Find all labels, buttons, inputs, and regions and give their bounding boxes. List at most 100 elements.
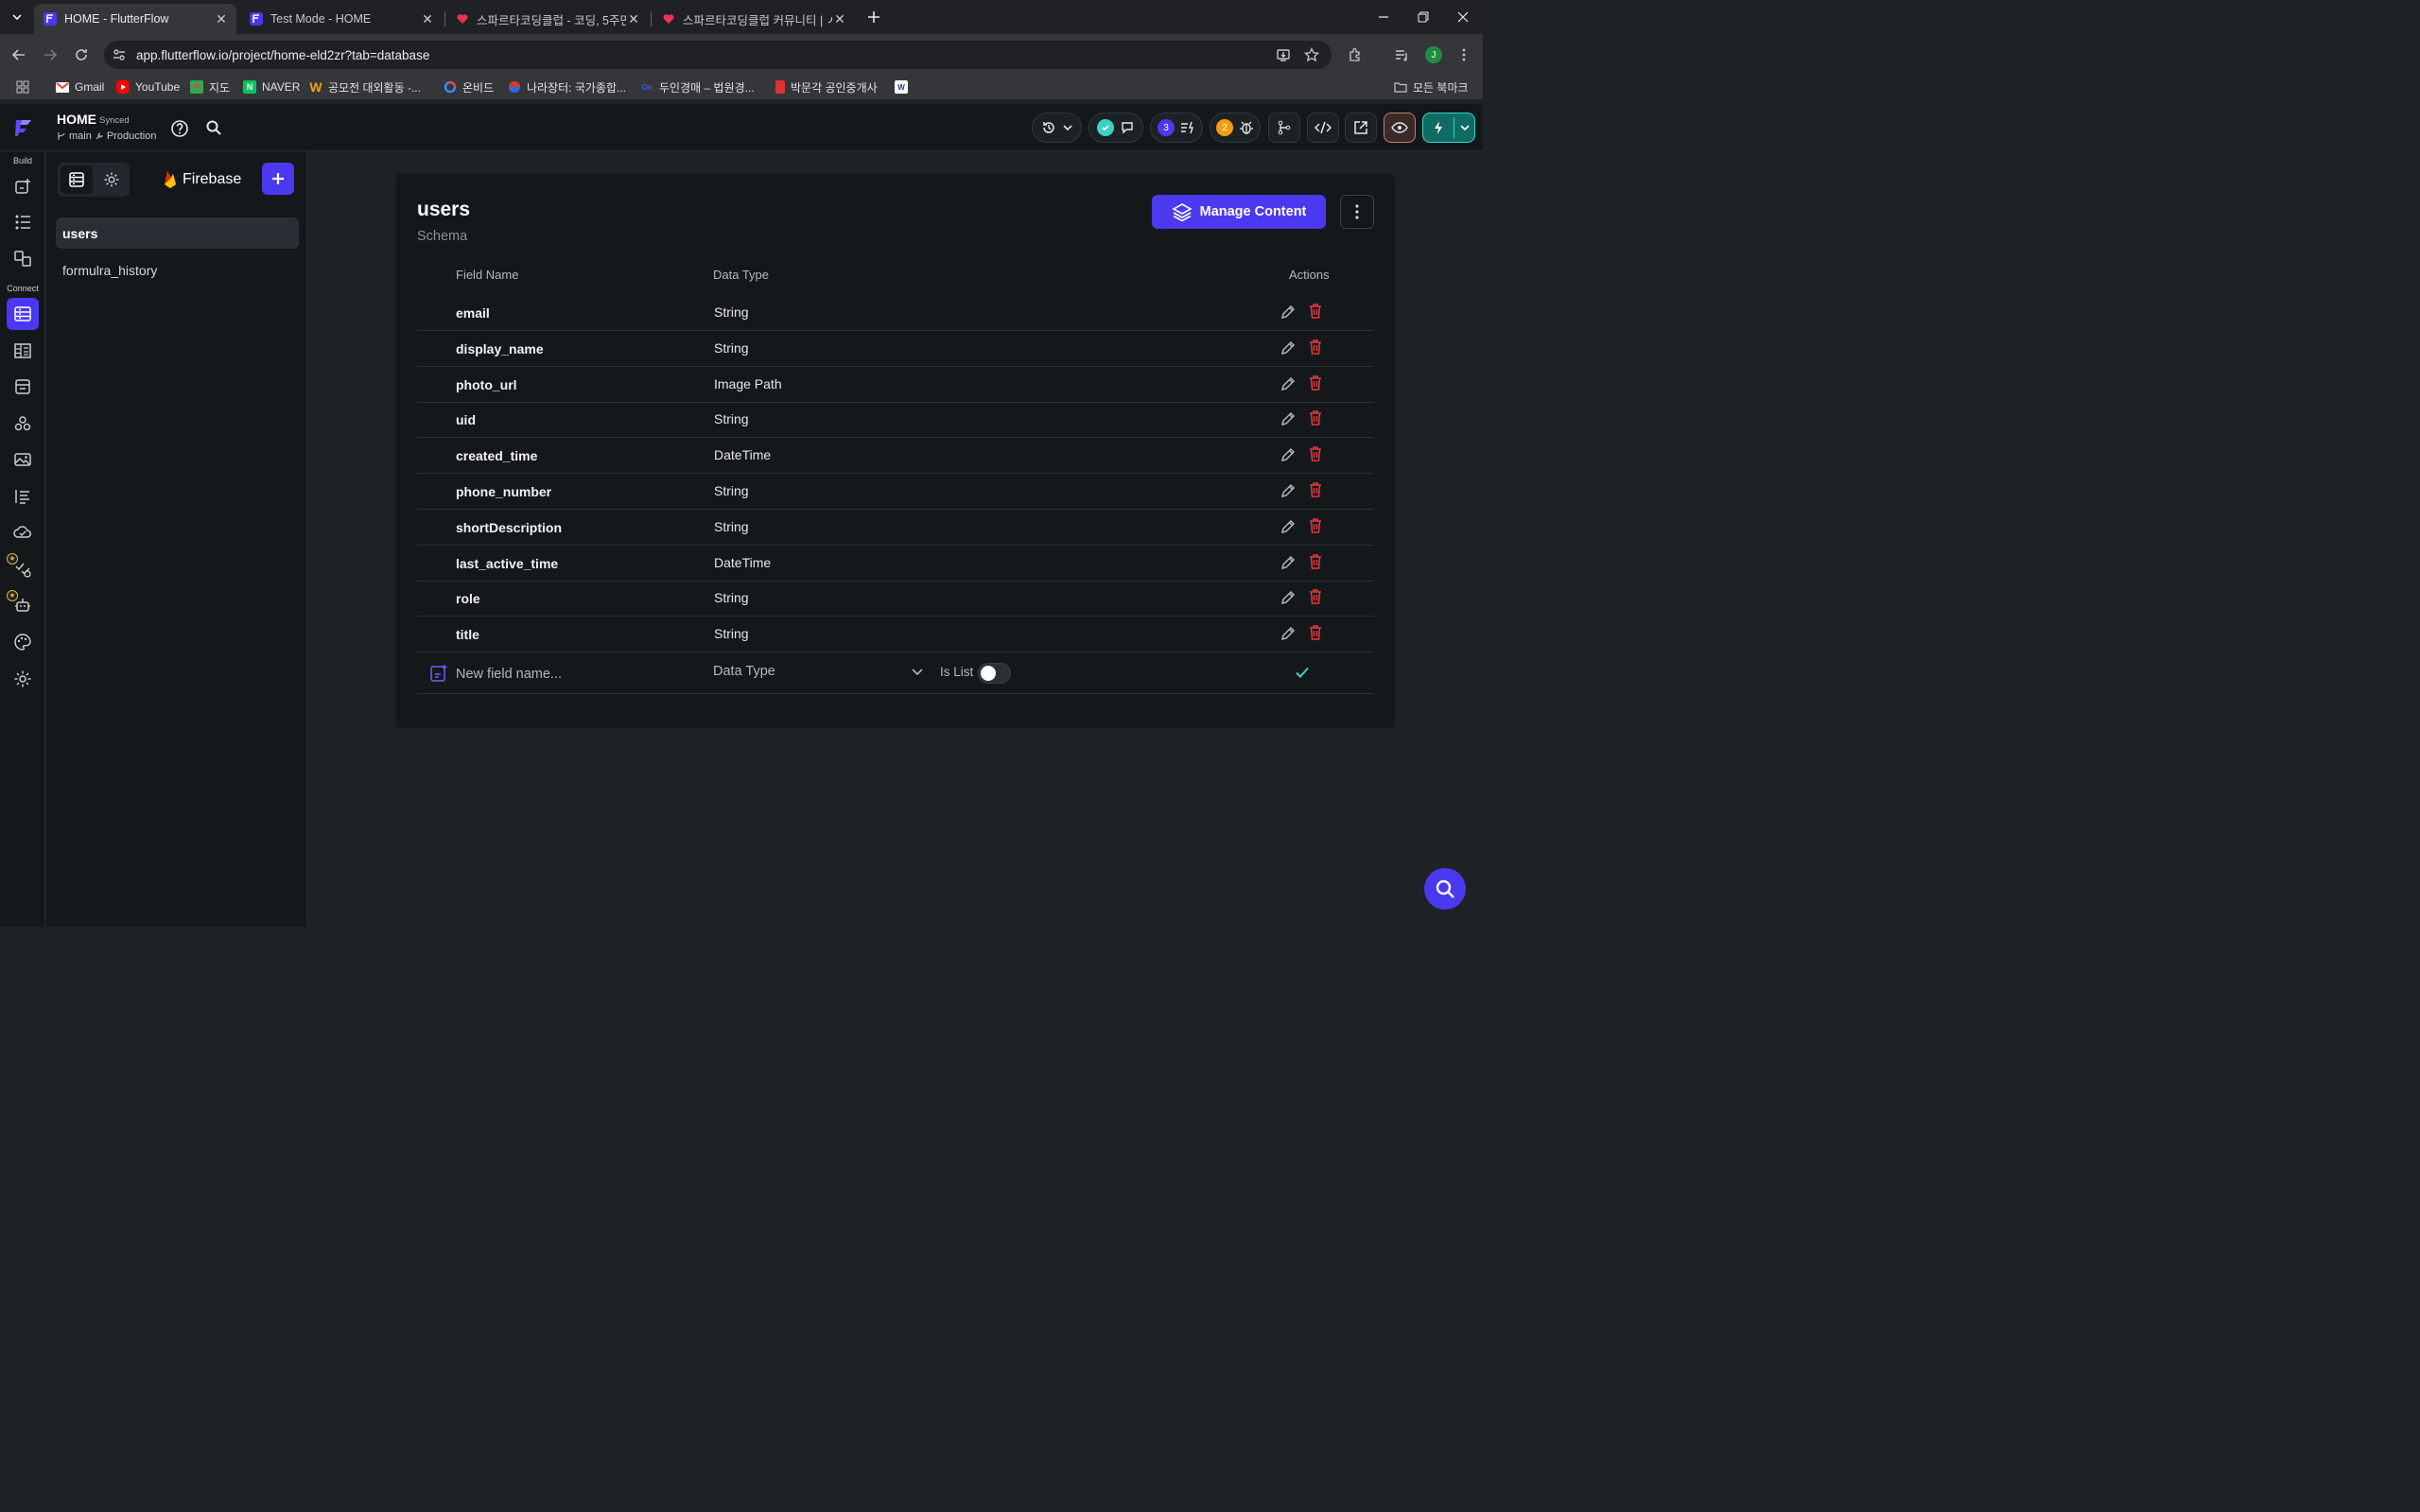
settings-gear-icon[interactable] bbox=[7, 663, 39, 695]
delete-trash-icon[interactable] bbox=[1307, 624, 1324, 641]
bookmark-star-icon[interactable] bbox=[1298, 42, 1325, 68]
tab-sparta-coding[interactable]: 스파르타코딩클럽 - 코딩, 5주만 ✕ bbox=[446, 4, 649, 34]
app-state-icon[interactable] bbox=[7, 408, 39, 440]
delete-trash-icon[interactable] bbox=[1307, 339, 1324, 356]
firestore-database-icon[interactable] bbox=[7, 298, 39, 330]
preview-button[interactable] bbox=[1384, 113, 1416, 143]
delete-trash-icon[interactable] bbox=[1307, 445, 1324, 462]
view-code-button[interactable] bbox=[1307, 113, 1339, 143]
new-tab-plus-icon[interactable] bbox=[861, 4, 887, 30]
delete-trash-icon[interactable] bbox=[1307, 303, 1324, 320]
site-info-icon[interactable] bbox=[106, 42, 132, 68]
delete-trash-icon[interactable] bbox=[1307, 481, 1324, 498]
help-search-fab[interactable] bbox=[1424, 868, 1466, 910]
edit-pencil-icon[interactable] bbox=[1280, 375, 1297, 392]
apps-grid-icon[interactable] bbox=[9, 74, 36, 100]
table-row: phone_number String bbox=[417, 474, 1374, 510]
cloud-functions-icon[interactable] bbox=[7, 516, 39, 548]
help-icon[interactable] bbox=[170, 119, 189, 138]
delete-trash-icon[interactable] bbox=[1307, 374, 1324, 391]
bookmark-contest[interactable]: W 공모전 대외활동 -... bbox=[309, 78, 421, 96]
collection-item-formulra-history[interactable]: formulra_history bbox=[56, 254, 299, 286]
bookmark-auction[interactable]: On 두인경매 – 법원경... bbox=[640, 78, 754, 96]
bookmark-maps[interactable]: 지도 bbox=[190, 78, 230, 96]
version-history-button[interactable] bbox=[1032, 113, 1082, 143]
tab-sparta-community[interactable]: 스파르타코딩클럽 커뮤니티 | ㅅ ✕ bbox=[653, 4, 855, 34]
edit-pencil-icon[interactable] bbox=[1280, 518, 1297, 535]
bookmark-naver[interactable]: N NAVER bbox=[243, 78, 300, 96]
custom-code-icon[interactable] bbox=[7, 480, 39, 513]
project-name[interactable]: HOME bbox=[57, 112, 96, 127]
bookmark-extra[interactable]: W bbox=[895, 78, 914, 96]
storyboard-icon[interactable] bbox=[7, 242, 39, 274]
branching-button[interactable] bbox=[1268, 113, 1300, 143]
forward-arrow-icon[interactable] bbox=[37, 42, 63, 68]
manage-content-button[interactable]: Manage Content bbox=[1152, 195, 1326, 229]
all-bookmarks[interactable]: 모든 북마크 bbox=[1394, 78, 1469, 96]
edit-pencil-icon[interactable] bbox=[1280, 410, 1297, 427]
bookmark-onbid[interactable]: 온비드 bbox=[444, 78, 494, 96]
restore-icon[interactable] bbox=[1403, 0, 1443, 34]
auction-logo-icon: On bbox=[641, 82, 653, 92]
tab-search-chevron-icon[interactable] bbox=[4, 4, 30, 30]
chevron-down-icon[interactable] bbox=[1454, 122, 1474, 133]
edit-pencil-icon[interactable] bbox=[1280, 589, 1297, 606]
window-close-icon[interactable] bbox=[1443, 0, 1483, 34]
edit-pencil-icon[interactable] bbox=[1280, 554, 1297, 571]
close-icon[interactable]: ✕ bbox=[420, 11, 435, 26]
close-icon[interactable]: ✕ bbox=[214, 11, 229, 26]
lightning-list-icon bbox=[1181, 121, 1193, 134]
address-bar[interactable]: app.flutterflow.io/project/home-eld2zr?t… bbox=[104, 41, 1332, 69]
bookmark-youtube[interactable]: YouTube bbox=[116, 78, 180, 96]
collaboration-button[interactable] bbox=[1088, 113, 1143, 143]
issues-button[interactable]: 2 bbox=[1210, 113, 1261, 143]
comments-button[interactable]: 3 bbox=[1150, 113, 1203, 143]
edit-pencil-icon[interactable] bbox=[1280, 625, 1297, 642]
theme-palette-icon[interactable] bbox=[7, 626, 39, 658]
chevron-down-icon[interactable] bbox=[911, 665, 924, 678]
confirm-add-field-icon[interactable] bbox=[1294, 664, 1311, 681]
flutterflow-logo-icon[interactable] bbox=[10, 114, 37, 141]
tab-flutterflow-home[interactable]: HOME - FlutterFlow ✕ bbox=[34, 4, 236, 34]
firestore-settings-button[interactable] bbox=[96, 165, 128, 194]
minimize-icon[interactable] bbox=[1364, 0, 1403, 34]
widget-tree-icon[interactable] bbox=[7, 206, 39, 238]
branch-info[interactable]: main Production bbox=[57, 130, 156, 142]
edit-pencil-icon[interactable] bbox=[1280, 446, 1297, 463]
schema-icon[interactable] bbox=[7, 335, 39, 367]
delete-trash-icon[interactable] bbox=[1307, 409, 1324, 426]
profile-avatar[interactable]: J bbox=[1420, 42, 1447, 68]
test-mode-button[interactable] bbox=[1422, 113, 1475, 143]
bookmark-bakmungak[interactable]: 박문각 공인중개사 bbox=[775, 78, 878, 96]
more-options-button[interactable] bbox=[1340, 195, 1374, 229]
delete-trash-icon[interactable] bbox=[1307, 553, 1324, 570]
is-list-toggle[interactable] bbox=[978, 663, 1011, 684]
field-name: title bbox=[456, 627, 479, 643]
data-type-dropdown[interactable]: Data Type bbox=[713, 664, 926, 683]
close-icon[interactable]: ✕ bbox=[832, 11, 847, 26]
bookmark-gmail[interactable]: Gmail bbox=[56, 78, 104, 96]
close-icon[interactable]: ✕ bbox=[626, 11, 641, 26]
search-icon[interactable] bbox=[205, 119, 222, 136]
add-collection-button[interactable] bbox=[262, 163, 294, 195]
collection-item-users[interactable]: users bbox=[56, 217, 299, 249]
api-calls-icon[interactable] bbox=[7, 371, 39, 403]
back-arrow-icon[interactable] bbox=[6, 42, 32, 68]
add-page-icon[interactable] bbox=[7, 170, 39, 202]
new-field-name-input[interactable] bbox=[456, 665, 683, 684]
delete-trash-icon[interactable] bbox=[1307, 588, 1324, 605]
open-external-button[interactable] bbox=[1345, 113, 1377, 143]
media-control-icon[interactable] bbox=[1388, 42, 1415, 68]
edit-pencil-icon[interactable] bbox=[1280, 304, 1297, 321]
delete-trash-icon[interactable] bbox=[1307, 517, 1324, 534]
install-app-icon[interactable] bbox=[1270, 42, 1297, 68]
reload-icon[interactable] bbox=[68, 42, 95, 68]
media-assets-icon[interactable] bbox=[7, 443, 39, 476]
edit-pencil-icon[interactable] bbox=[1280, 339, 1297, 356]
edit-pencil-icon[interactable] bbox=[1280, 482, 1297, 499]
collections-view-button[interactable] bbox=[61, 165, 93, 194]
bookmark-nara[interactable]: 나라장터: 국가종합... bbox=[508, 78, 626, 96]
extensions-icon[interactable] bbox=[1342, 42, 1368, 68]
browser-menu-icon[interactable] bbox=[1451, 42, 1477, 68]
tab-test-mode[interactable]: Test Mode - HOME ✕ bbox=[240, 4, 443, 34]
